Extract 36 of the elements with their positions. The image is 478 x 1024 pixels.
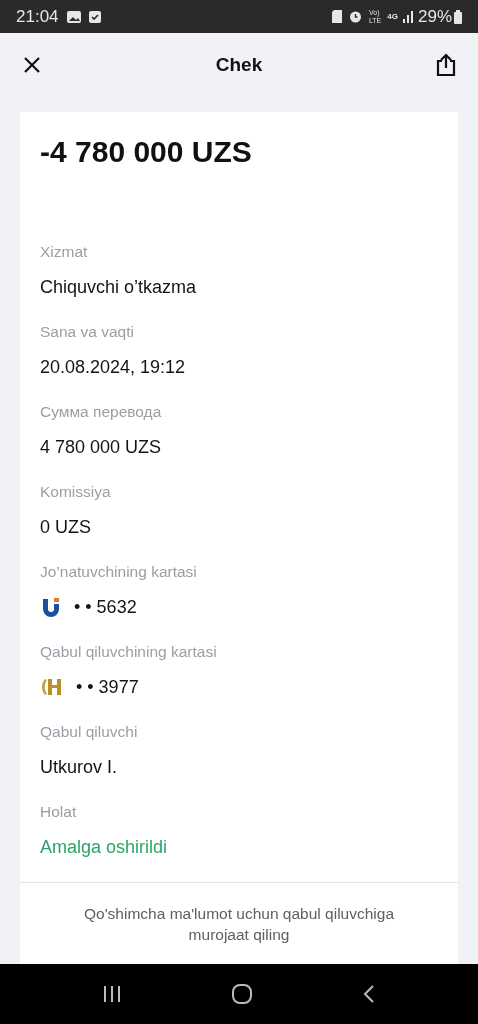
field-value: 20.08.2024, 19:12 (40, 356, 186, 379)
field-label: Komissiya (40, 482, 112, 502)
card-number: • • 3977 (76, 676, 139, 699)
field-label: Сумма перевода (40, 402, 163, 422)
home-icon[interactable] (231, 983, 253, 1005)
field-label: Jo’natuvchining kartasi (40, 562, 198, 582)
status-time: 21:04 (16, 5, 59, 28)
field-value: Utkurov I. (40, 756, 118, 779)
battery-percent: 29% (417, 5, 452, 28)
alarm-icon (348, 10, 362, 23)
sim-icon (331, 10, 342, 23)
card-logo-icon (40, 596, 62, 618)
footer-note: Qo'shimcha ma'lumot uchun qabul qiluvchiga murojaat qiling (82, 904, 396, 945)
gallery-icon (66, 10, 81, 23)
signal-icon (402, 10, 413, 23)
card-logo-icon (40, 676, 64, 698)
close-icon (23, 56, 41, 74)
checkbox-icon (88, 10, 101, 23)
amount: -4 780 000 UZS (40, 134, 253, 170)
share-icon (436, 53, 456, 77)
status-value: Amalga oshirildi (40, 836, 168, 859)
field-value: 0 UZS (40, 516, 91, 539)
field-value: 4 780 000 UZS (40, 436, 162, 459)
network-label: 4G (387, 12, 398, 21)
share-button[interactable] (434, 53, 458, 77)
field-label: Qabul qiluvchi (40, 722, 139, 742)
header-title: Chek (215, 52, 263, 77)
field-label: Sana va vaqti (40, 322, 135, 342)
recent-apps-icon[interactable] (102, 985, 123, 1003)
field-label: Holat (40, 802, 78, 822)
battery-icon (454, 9, 462, 24)
card-number: • • 5632 (74, 596, 137, 619)
field-value: Chiquvchi o’tkazma (40, 276, 197, 299)
field-label: Xizmat (40, 242, 89, 262)
field-label: Qabul qiluvchining kartasi (40, 642, 218, 662)
back-icon[interactable] (361, 984, 376, 1004)
